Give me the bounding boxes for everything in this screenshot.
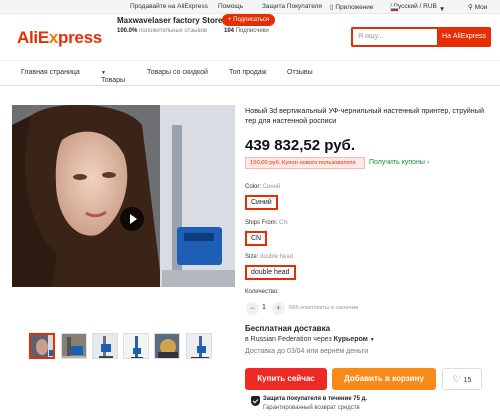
product-title: Новый 3d вертикальный УФ-чернильный наст… [245,106,484,125]
store-name[interactable]: Maxwavelaser factory Store [117,16,222,25]
thumbnail-image [155,334,179,358]
subscribers-count: 104 Подписчики [224,28,269,34]
app-link[interactable]: ▯ Приложение [330,3,374,11]
store-rating: 100.0% положительных отзывов [117,28,208,34]
sell-on-aliexpress-link[interactable]: Продавайте на AliExpress [130,3,208,10]
user-icon: ⚲ [468,4,473,11]
buy-now-button[interactable]: Купить сейчас [245,368,327,390]
color-option-label: Color: Синий [245,184,281,190]
nav-sale-products[interactable]: Товары со скидкой [147,69,208,76]
thumbnail[interactable] [92,333,118,359]
product-main-image[interactable] [12,105,235,287]
get-coupons-link[interactable]: Получить купоны › [369,159,429,166]
search-button[interactable]: На AliExpress [437,27,491,47]
russia-flag-icon [390,6,399,12]
thumbnail[interactable] [186,333,212,359]
store-nav: Главная страница Товары ▼ Товары со скид… [0,60,500,86]
stock-available: 666 комплекты в наличии [289,305,359,311]
thumbnail[interactable] [154,333,180,359]
shield-check-icon [251,396,260,406]
add-to-cart-button[interactable]: Добавить в корзину [332,368,436,390]
buyer-protection-link[interactable]: Защита Покупателя [262,3,322,10]
heart-icon: ♡ [452,374,461,384]
thumbnail-image [124,334,148,358]
aliexpress-logo[interactable]: AliExpress [17,28,102,48]
nav-products[interactable]: Товары ▼ [101,69,125,84]
quantity-increase-button[interactable]: + [272,302,285,315]
new-user-coupon-badge: 150,00 руб. Купон нового пользователя [245,157,365,169]
product-photo [12,105,235,287]
ships-from-option-label: Ships From: CN [245,220,288,226]
play-video-icon[interactable] [120,207,144,231]
wishlist-button[interactable]: ♡ 15 [442,368,482,390]
subscribe-button[interactable]: + Подписаться [222,14,276,26]
ships-from-option-selected[interactable]: CN [245,231,268,246]
chevron-down-icon: ▼ [369,337,375,343]
thumbnail-image [93,334,117,358]
top-utility-bar: Продавайте на AliExpress Помощь Защита П… [0,0,500,14]
search-input[interactable]: Я ищу... [351,27,437,47]
thumbnail-image [187,334,211,358]
thumbnail[interactable] [29,333,55,359]
buyer-protection-subtitle: Гарантированный возврат средств [263,405,360,411]
shipping-title: Бесплатная доставка [245,324,331,333]
thumbnail[interactable] [123,333,149,359]
chevron-down-icon: ▼ [101,70,106,76]
phone-icon: ▯ [330,4,334,11]
thumbnail[interactable] [61,333,87,359]
chevron-right-icon: › [426,159,430,166]
shipping-eta: Доставка до 03/04 или вернём деньги [245,348,369,355]
size-option-label: Size: double head [245,254,294,260]
color-option-selected[interactable]: Синий [245,195,278,210]
help-link[interactable]: Помощь [218,3,243,10]
size-option-selected[interactable]: double head [245,265,296,280]
nav-home[interactable]: Главная страница [21,69,80,76]
nav-reviews[interactable]: Отзывы [287,69,313,76]
nav-top-sellers[interactable]: Топ продаж [229,69,266,76]
product-price: 439 832,52 руб. [245,137,355,154]
thumbnail-image [62,334,86,358]
quantity-value[interactable]: 1 [262,304,266,311]
thumbnail-image [31,335,53,357]
buyer-protection-title: Защита покупателя в течение 75 д. [263,396,368,402]
chevron-down-icon: ▼ [438,6,446,13]
account-menu[interactable]: ⚲ Мои [468,3,487,11]
shipping-destination[interactable]: в Russian Federation через Курьером ▼ [245,336,375,343]
locale-selector[interactable]: / Русский / RUB ▼ [390,3,445,13]
quantity-decrease-button[interactable]: − [246,302,259,315]
quantity-label: Количество: [245,289,279,295]
